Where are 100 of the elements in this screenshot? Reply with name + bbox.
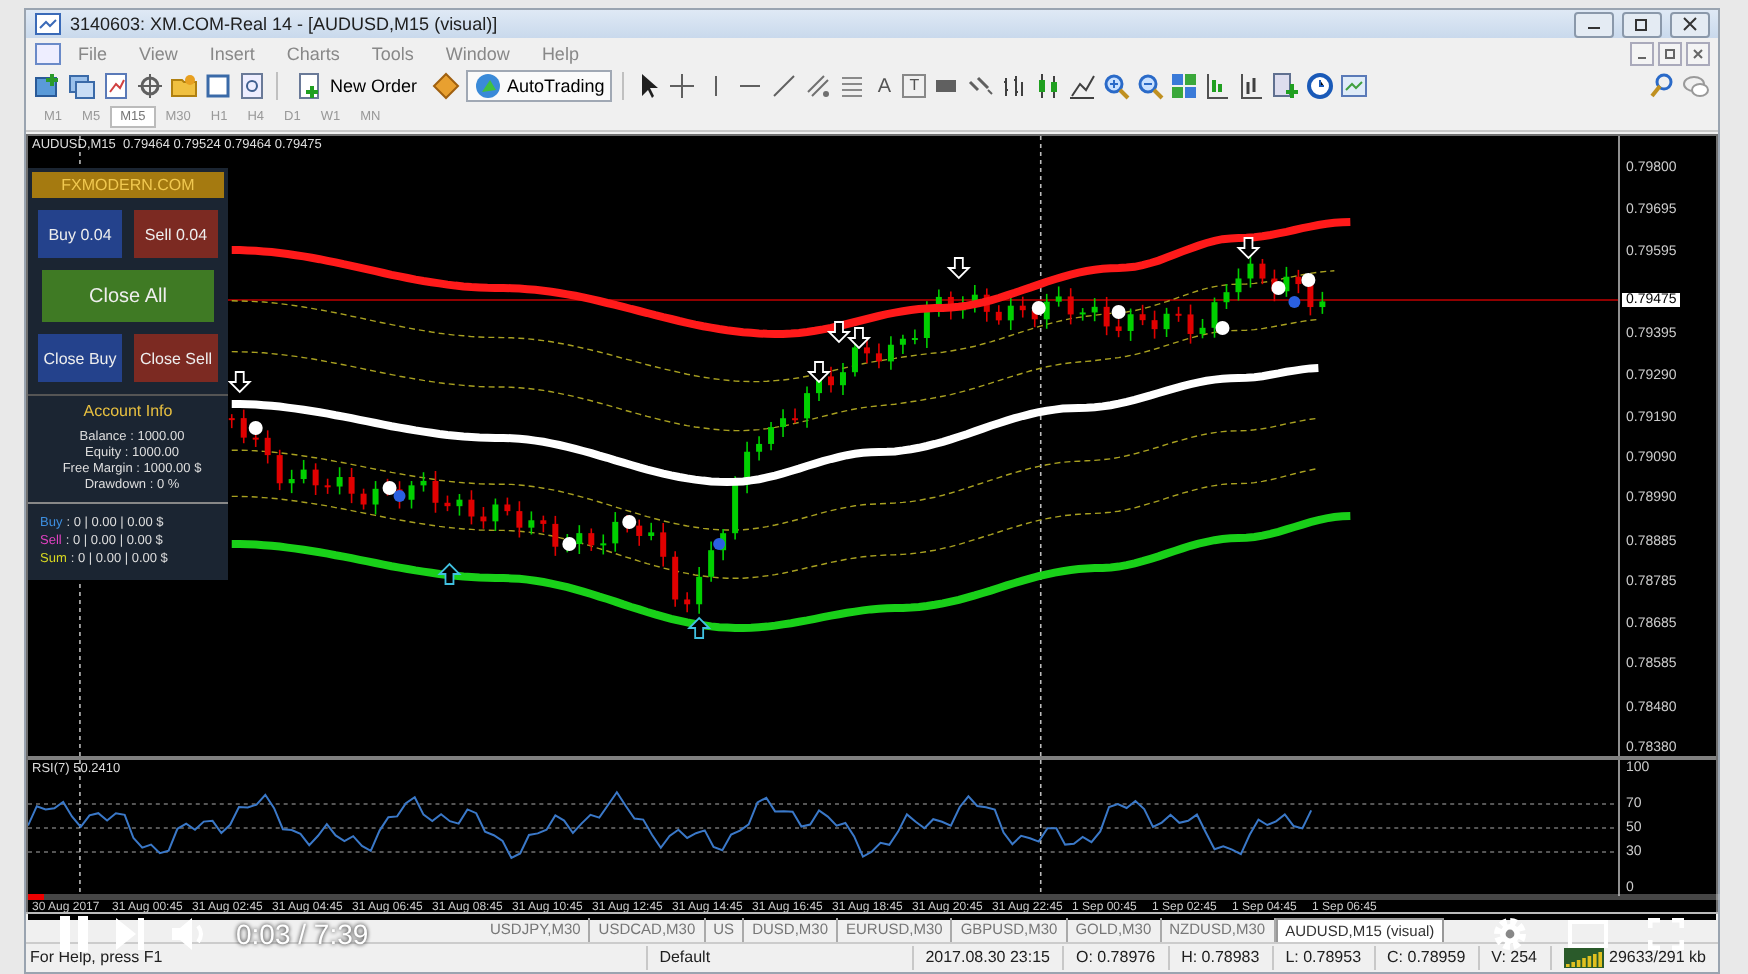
status-text: 29633/291 kb <box>1609 946 1706 970</box>
zoom-in-icon[interactable] <box>1102 72 1131 100</box>
clock-icon[interactable] <box>1306 72 1335 100</box>
candle <box>1151 309 1158 340</box>
candle <box>983 287 990 323</box>
candle <box>768 421 775 451</box>
signal-dot <box>1215 321 1230 335</box>
down-arrow <box>1236 237 1261 260</box>
candle <box>444 494 451 512</box>
trade-button[interactable]: Sell 0.04 <box>134 210 218 258</box>
trade-button[interactable]: Close All <box>42 270 214 322</box>
crosshair-icon[interactable] <box>136 72 164 100</box>
candle <box>1259 258 1266 285</box>
fullscreen-icon[interactable] <box>1648 918 1684 950</box>
menu-item[interactable]: File <box>62 43 124 63</box>
line-chart-icon[interactable] <box>1068 72 1097 100</box>
minimize-button[interactable] <box>1630 41 1654 65</box>
close-button[interactable] <box>1686 41 1710 65</box>
indicator-add-icon[interactable] <box>1272 72 1301 100</box>
channel-icon[interactable] <box>804 72 833 100</box>
candle <box>1163 307 1170 338</box>
candle <box>1127 307 1134 342</box>
candle <box>300 459 307 485</box>
chart-shift-icon[interactable] <box>1238 72 1267 100</box>
candle <box>1235 267 1242 302</box>
candle <box>528 510 535 536</box>
menu-item[interactable]: Insert <box>193 43 271 63</box>
status-text: O: 0.78976 <box>1063 946 1170 970</box>
candle <box>780 408 787 438</box>
zoom-out-icon[interactable] <box>1136 72 1165 100</box>
auto-scroll-icon[interactable] <box>1204 72 1233 100</box>
signal-dot <box>713 538 726 550</box>
volume-icon[interactable] <box>172 916 208 952</box>
trade-button[interactable]: Close Sell <box>134 334 218 382</box>
candle <box>348 467 355 504</box>
close-icon <box>1692 47 1704 59</box>
candle <box>1007 295 1014 331</box>
close-button[interactable] <box>1670 11 1710 37</box>
text-tool[interactable]: A <box>872 75 897 97</box>
candle <box>792 407 799 425</box>
candle <box>1139 304 1146 326</box>
candle <box>828 365 834 394</box>
video-progress-track[interactable] <box>28 894 1720 900</box>
candle <box>732 475 739 541</box>
template-icon[interactable] <box>1340 72 1369 100</box>
video-time: 0:03 / 7:39 <box>236 918 369 950</box>
candle <box>1091 297 1098 323</box>
candle <box>1175 306 1182 323</box>
candle <box>1247 254 1254 289</box>
signal-dot <box>622 515 637 529</box>
crosshair-icon[interactable] <box>668 72 697 100</box>
down-arrow <box>846 327 872 350</box>
tile-windows-icon[interactable] <box>1170 72 1199 100</box>
app-icon <box>34 10 62 38</box>
chat-icon[interactable] <box>1682 72 1710 100</box>
candle <box>600 533 607 556</box>
restore-button[interactable] <box>1658 41 1682 65</box>
trendline-icon[interactable] <box>770 72 799 100</box>
candle <box>228 413 235 429</box>
menu-item[interactable]: Tools <box>355 43 430 63</box>
new-chart-icon[interactable] <box>34 72 62 100</box>
candle <box>1079 307 1086 322</box>
trade-button[interactable]: Buy 0.04 <box>38 210 122 258</box>
folder-star-icon[interactable] <box>170 72 198 100</box>
trade-button[interactable]: Close Buy <box>38 334 122 382</box>
candle <box>1211 296 1218 339</box>
candle <box>1067 287 1074 326</box>
candle <box>840 362 846 396</box>
menu-item[interactable]: Window <box>429 43 526 63</box>
text-label-tool[interactable]: T <box>902 74 927 98</box>
candle <box>959 295 966 320</box>
chart-zoom-icon[interactable] <box>238 72 266 100</box>
menu-item[interactable]: View <box>123 43 194 63</box>
windows-icon[interactable] <box>68 72 96 100</box>
pause-icon[interactable] <box>60 916 88 952</box>
status-text: 2017.08.30 23:15 <box>913 946 1064 970</box>
candle <box>552 515 559 557</box>
search-icon[interactable] <box>1648 72 1676 100</box>
settings-icon[interactable] <box>1492 916 1528 952</box>
chart-window-icon[interactable] <box>102 72 130 100</box>
candle <box>708 540 715 583</box>
next-icon[interactable] <box>116 918 144 950</box>
status-text: H: 0.78983 <box>1169 946 1274 970</box>
up-arrow <box>687 616 712 639</box>
candle <box>1019 295 1026 319</box>
candle <box>324 477 331 495</box>
window-title: 3140603: XM.COM-Real 14 - [AUDUSD,M15 (visual)] <box>70 14 500 34</box>
chart-menu-icon[interactable] <box>34 39 62 67</box>
candle <box>504 496 511 517</box>
candlestick-icon[interactable] <box>1034 72 1063 100</box>
candle <box>660 522 667 568</box>
menu-item[interactable]: Help <box>525 43 595 63</box>
minimize-button[interactable] <box>1574 11 1614 37</box>
bar-chart-icon[interactable] <box>1000 72 1029 100</box>
restore-button[interactable] <box>1622 11 1662 37</box>
menu-item[interactable]: Charts <box>270 43 356 63</box>
candle <box>1223 283 1230 310</box>
window-icon[interactable] <box>204 72 232 100</box>
new-order-button[interactable]: New Order <box>288 70 426 102</box>
autotrading-button[interactable]: AutoTrading <box>465 70 613 102</box>
